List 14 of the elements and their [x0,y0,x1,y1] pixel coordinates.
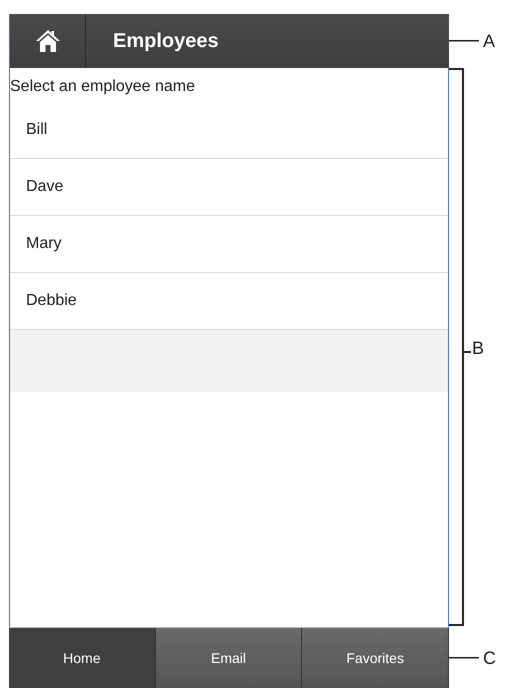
home-icon [34,28,60,54]
instruction-text: Select an employee name [10,77,196,97]
employee-list-item[interactable]: Bill [10,102,448,159]
callout-label: A [483,30,496,52]
callout-line [449,40,479,42]
callout-label: B [472,338,484,358]
tab[interactable]: Email [156,628,302,688]
tab[interactable]: Favorites [302,628,449,688]
tab[interactable]: Home [9,628,156,688]
employee-list-item[interactable]: Dave [10,159,448,216]
callout-line [449,657,479,659]
screen-title: Employees [113,30,219,52]
employee-list-item[interactable]: Mary [10,216,448,273]
callout-label: C [483,648,496,668]
